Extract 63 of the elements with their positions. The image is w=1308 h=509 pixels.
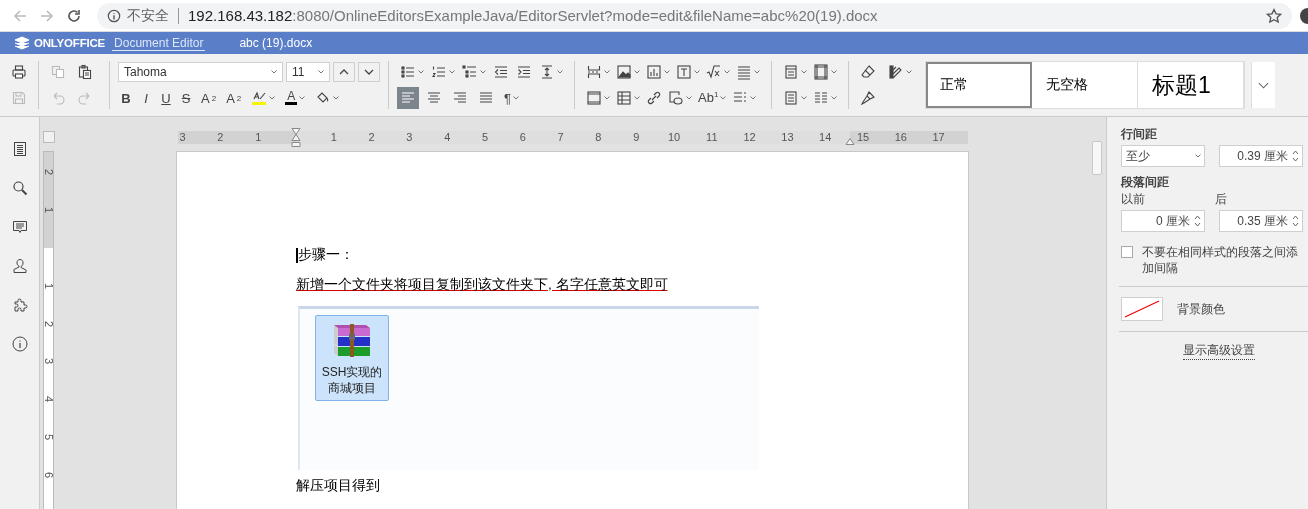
section-title: 段落间距 [1121, 175, 1170, 189]
field-label: 后 [1214, 191, 1228, 208]
ruler-number: 10 [667, 130, 681, 144]
line-spacing-field[interactable]: 0.39 厘米 [1219, 145, 1303, 167]
advanced-settings-link[interactable]: 显示高级设置 [1183, 342, 1255, 360]
ruler-number: 6 [519, 130, 526, 144]
security-label: 不安全 [127, 6, 169, 25]
vertical-ruler[interactable]: 2 1 1 2 3 4 5 6 [43, 151, 54, 509]
italic-button[interactable]: I [138, 87, 154, 109]
font-family-field[interactable]: Tahoma [118, 62, 283, 82]
ruler-number: 12 [743, 130, 756, 144]
ruler-number: 2 [44, 168, 54, 178]
ruler-number: 13 [781, 130, 794, 144]
document-title: abc (19).docx [239, 36, 313, 50]
ruler-number: 5 [481, 130, 489, 144]
field-label: 以前 [1121, 191, 1146, 208]
section-title: 行间距 [1121, 127, 1158, 141]
ruler-number: 3 [406, 130, 413, 144]
ruler-number: 3 [44, 357, 54, 367]
address-bar[interactable]: 不安全 192.168.43.182:8080/OnlineEditorsExampleJava/EditorServlet?mode=edit&fileName=abc%20(19).docx [97, 2, 1292, 29]
ruler-number: 9 [633, 130, 640, 144]
ruler-number: 3 [179, 130, 186, 144]
url-text: 192.168.43.182:8080/OnlineEditorsExampleJava/EditorServlet?mode=edit&fileName=abc%20(19).docx [188, 7, 878, 24]
ruler-number: 11 [706, 130, 718, 144]
brand-name: ONLYOFFICE [34, 37, 106, 49]
ruler-number: 1 [255, 130, 262, 144]
ruler-number: 4 [444, 130, 451, 144]
paragraph: 解压项目得到 [296, 478, 381, 494]
strikethrough-button[interactable]: S [178, 87, 194, 109]
ruler-number: 14 [819, 130, 832, 144]
underline-button[interactable]: U [158, 87, 174, 109]
spacing-mode-select[interactable]: 至少 [1121, 145, 1205, 167]
font-size-field[interactable]: 11 [286, 62, 330, 82]
ruler-number: 16 [894, 130, 907, 144]
script-button[interactable]: A$^{2}$ [198, 87, 220, 109]
ruler-number: 17 [932, 130, 945, 144]
ruler-number: 2 [217, 130, 224, 144]
paragraph: 新增一个文件夹将项目复制到该文件夹下, 名字任意英文即可 [296, 276, 668, 294]
ruler-number: 15 [856, 130, 870, 144]
ruler-number: 4 [44, 395, 54, 405]
bold-button[interactable]: B [118, 87, 134, 109]
ruler-number: 7 [557, 130, 564, 144]
style-option[interactable]: 正常 [926, 62, 1032, 108]
ruler-number: 1 [44, 281, 54, 291]
footnote-button[interactable]: Ab$^{1}$ [695, 87, 730, 109]
paragraph: 步骤一： [298, 246, 354, 264]
document-page[interactable]: 步骤一： 新增一个文件夹将项目复制到该文件夹下, 名字任意英文即可 SSH实现的商城项目 解压项目得到 [176, 151, 969, 509]
spacing-after-field[interactable]: 0.35 厘米 [1219, 210, 1303, 232]
ruler-number: 2 [44, 319, 54, 329]
ruler-number: 5 [44, 432, 54, 442]
ruler-number: 1 [330, 130, 337, 144]
ruler-number: 1 [44, 206, 54, 216]
field-label: 背景颜色 [1177, 300, 1225, 318]
ruler-number: 6 [44, 470, 54, 480]
font-color-button[interactable]: A [282, 87, 309, 109]
checkbox-label: 不要在相同样式的段落之间添加间隔 [1142, 244, 1299, 276]
spacing-before-field[interactable]: 0 厘米 [1121, 210, 1205, 232]
ruler-number: 8 [595, 130, 602, 144]
folder-label: SSH实现的商城项目 [320, 364, 384, 396]
paragraph-marks-button[interactable]: ¶ [501, 87, 522, 109]
ruler-number: 2 [368, 130, 375, 144]
folder-tile[interactable]: SSH实现的商城项目 [315, 315, 389, 401]
horizontal-ruler[interactable]: 3 2 1 1 2 3 4 5 6 7 8 9 10 11 12 13 14 15 16 17 [178, 130, 968, 144]
